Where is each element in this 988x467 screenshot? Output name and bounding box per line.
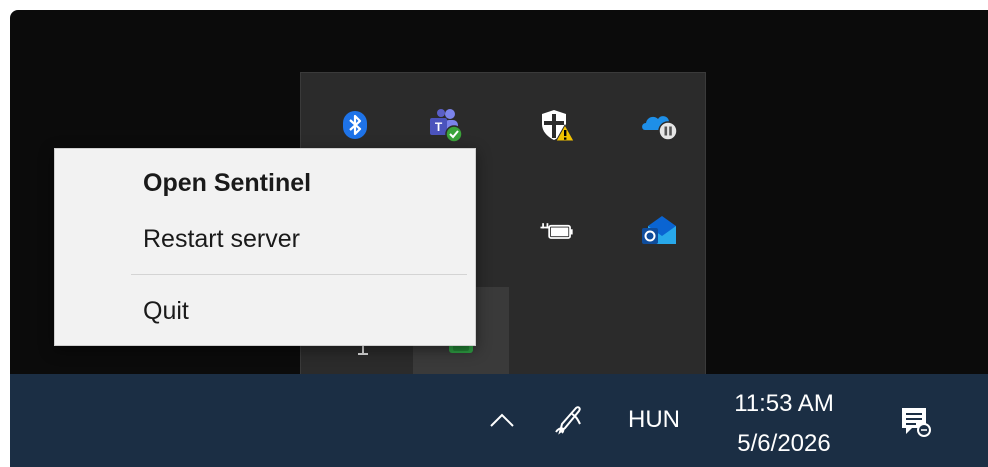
clock[interactable]: 11:53 AM 5/6/2026 [716,384,852,464]
chevron-up-icon [490,413,514,427]
desktop: T Open Sentinel Restart server Quit HUN … [10,10,988,467]
menu-item-quit[interactable]: Quit [55,283,475,339]
pen-menu-button[interactable] [544,394,594,444]
tray-context-menu: Open Sentinel Restart server Quit [54,148,476,346]
clock-time: 11:53 AM [734,390,834,417]
teams-icon[interactable]: T [425,105,465,145]
security-warning-icon[interactable] [537,105,577,145]
pen-icon [555,406,581,435]
menu-item-restart-server[interactable]: Restart server [55,211,475,267]
outlook-icon[interactable] [639,211,679,251]
show-hidden-icons-button[interactable] [480,398,524,442]
taskbar: HUN 11:53 AM 5/6/2026 [10,374,988,467]
menu-item-label: Restart server [143,224,300,253]
power-battery-icon[interactable] [537,211,577,251]
menu-item-open-sentinel[interactable]: Open Sentinel [55,155,475,211]
menu-item-label: Open Sentinel [143,168,312,197]
svg-text:T: T [435,120,443,134]
clock-date: 5/6/2026 [737,430,831,457]
menu-separator [131,274,467,275]
notification-center-icon [902,408,931,437]
menu-item-label: Quit [143,296,189,325]
input-language-indicator[interactable]: HUN [614,396,694,444]
bluetooth-icon[interactable] [335,105,375,145]
onedrive-paused-icon[interactable] [639,105,679,145]
notification-center-button[interactable] [890,396,940,446]
language-label: HUN [628,406,680,433]
